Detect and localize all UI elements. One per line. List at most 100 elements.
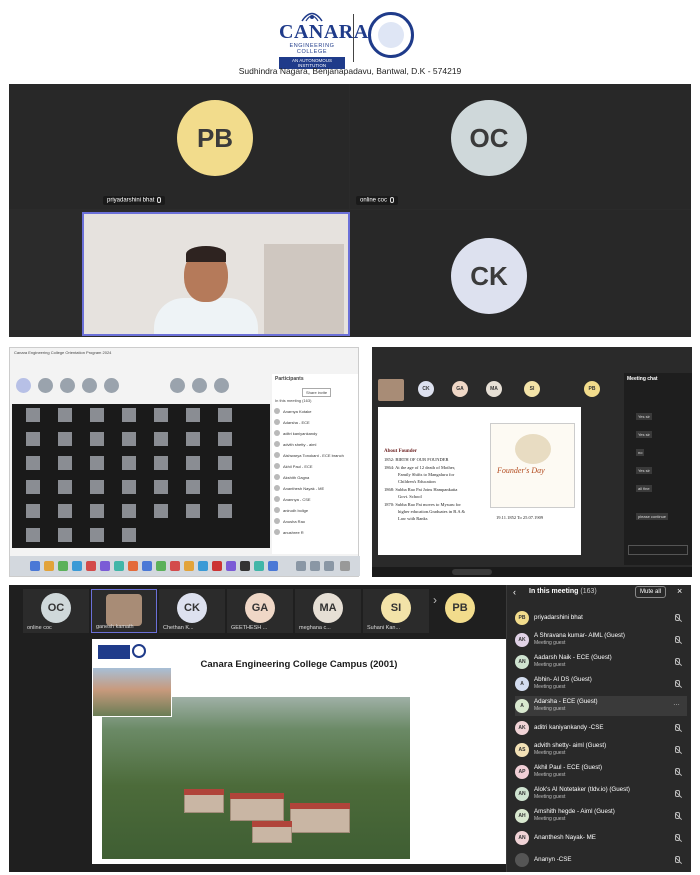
list-item[interactable]: Ananyn -CSE <box>515 850 687 870</box>
mic-muted-icon[interactable] <box>675 790 680 797</box>
app-icon[interactable] <box>100 561 110 571</box>
app-icon[interactable] <box>310 561 320 571</box>
panel-title: In this meeting <box>529 588 579 595</box>
campus-inset-photo <box>92 667 172 717</box>
strip-tile[interactable]: OC online coc <box>23 589 89 633</box>
shared-slide: Canara Engineering College Campus (2001) <box>92 639 506 864</box>
close-icon[interactable]: × <box>677 586 682 596</box>
college-address: Sudhindra Nagara, Benjanapadavu, Bantwal… <box>238 66 462 76</box>
tile-ck[interactable]: CK <box>350 210 691 337</box>
app-icon[interactable] <box>170 561 180 571</box>
app-icon[interactable] <box>58 561 68 571</box>
app-icon[interactable] <box>198 561 208 571</box>
avatar[interactable]: GA <box>452 381 468 397</box>
strip-tile-speaker[interactable]: ganesh kamath <box>91 589 157 633</box>
participants-title: Participants <box>275 376 304 382</box>
mute-all-button[interactable]: Mute all <box>635 586 667 598</box>
list-item[interactable]: anirudh bolige <box>274 505 356 515</box>
list-item[interactable]: Akshith Gagna <box>274 472 356 482</box>
app-icon[interactable] <box>128 561 138 571</box>
list-item[interactable]: AH Amshith hegde - Aiml (Guest) Meeting … <box>515 806 687 826</box>
app-icon[interactable] <box>184 561 194 571</box>
mic-muted-icon[interactable] <box>675 812 680 819</box>
strip-tile[interactable]: PB <box>439 589 505 633</box>
list-item[interactable]: Adarsha - ECE <box>274 417 356 427</box>
avatar: PB <box>515 611 529 625</box>
list-item[interactable]: anushree R <box>274 527 356 537</box>
avatar: GA <box>245 593 275 623</box>
list-item[interactable]: PB priyadarshini bhat <box>515 608 687 628</box>
list-item[interactable]: Aishwarya Tonokant - ECE branch <box>274 450 356 460</box>
mic-muted-icon[interactable] <box>675 636 680 643</box>
app-icon[interactable] <box>44 561 54 571</box>
chat-message: all fine <box>636 485 652 492</box>
app-icon[interactable] <box>324 561 334 571</box>
app-icon[interactable] <box>268 561 278 571</box>
avatar[interactable]: CK <box>418 381 434 397</box>
app-icon[interactable] <box>142 561 152 571</box>
app-icon[interactable] <box>240 561 250 571</box>
list-item[interactable]: AN Aadarsh Naik - ECE (Guest) Meeting gu… <box>515 652 687 672</box>
strip-tile[interactable]: MA meghana c... <box>295 589 361 633</box>
trash-icon[interactable] <box>340 561 350 571</box>
participant-name: ganesh kamath <box>96 624 134 630</box>
strip-tile[interactable]: GA GEETHESH ... <box>227 589 293 633</box>
avatar[interactable]: MA <box>486 381 502 397</box>
app-icon[interactable] <box>212 561 222 571</box>
tile-priyadarshini[interactable]: PB priyadarshini bhat <box>9 84 349 209</box>
mic-muted-icon[interactable] <box>675 658 680 665</box>
strip-tile[interactable]: SI Suhani Kan... <box>363 589 429 633</box>
list-item[interactable]: AS advith shetty- aiml (Guest) Meeting g… <box>515 740 687 760</box>
chevron-right-icon[interactable]: › <box>433 593 437 607</box>
app-icon[interactable] <box>254 561 264 571</box>
list-item[interactable]: Anannya - CSE <box>274 494 356 504</box>
list-item[interactable]: AN Alok's AI Notetaker (tldv.io) (Guest)… <box>515 784 687 804</box>
avatar: MA <box>313 593 343 623</box>
strip-tile[interactable]: CK Chethan K... <box>159 589 225 633</box>
app-icon[interactable] <box>72 561 82 571</box>
chat-message: Yes sir <box>636 413 652 420</box>
chat-input[interactable] <box>628 545 688 555</box>
mic-muted-icon[interactable] <box>675 768 680 775</box>
more-options-icon[interactable]: … <box>673 700 680 707</box>
app-icon[interactable] <box>114 561 124 571</box>
list-item[interactable]: AP Akhil Paul - ECE (Guest) Meeting gues… <box>515 762 687 782</box>
app-icon[interactable] <box>226 561 236 571</box>
mic-muted-icon[interactable] <box>675 680 680 687</box>
list-item[interactable]: aditri kaniyankandy <box>274 428 356 438</box>
mic-muted-icon[interactable] <box>675 746 680 753</box>
app-icon[interactable] <box>86 561 96 571</box>
panel-count: (163) <box>580 588 597 595</box>
list-item[interactable]: advith shetty - aiml <box>274 439 356 449</box>
speaker-thumb[interactable] <box>378 379 404 401</box>
mic-muted-icon[interactable] <box>675 834 680 841</box>
list-item[interactable]: AK A Shravana kumar- AIML (Guest) Meetin… <box>515 630 687 650</box>
mic-icon <box>390 197 395 203</box>
app-icon[interactable] <box>30 561 40 571</box>
slide-seal <box>132 644 146 658</box>
list-item[interactable]: Anusha Rao <box>274 516 356 526</box>
back-icon[interactable]: ‹ <box>513 587 516 597</box>
mic-muted-icon[interactable] <box>675 724 680 731</box>
share-invite-button[interactable]: Share invite <box>302 388 332 397</box>
list-item[interactable]: Anarnya Kotake <box>274 406 356 416</box>
avatar: OC <box>41 593 71 623</box>
list-item[interactable]: A Adarsha - ECE (Guest) Meeting guest … <box>515 696 687 716</box>
app-icon[interactable] <box>156 561 166 571</box>
list-item[interactable]: Akhil Paul - ECE <box>274 461 356 471</box>
list-item[interactable]: Ananthesh Nayak - ME <box>274 483 356 493</box>
founder-portrait <box>515 434 551 464</box>
participant-name: Suhani Kan... <box>367 625 401 631</box>
list-item[interactable]: AN Ananthesh Nayak- ME <box>515 828 687 848</box>
app-icon[interactable] <box>296 561 306 571</box>
list-item[interactable]: A Abhin- AI DS (Guest) Meeting guest <box>515 674 687 694</box>
mic-muted-icon[interactable] <box>675 614 680 621</box>
tile-online-coc[interactable]: OC online coc <box>350 84 691 209</box>
taskbar-search[interactable] <box>452 569 492 575</box>
avatar[interactable]: SI <box>524 381 540 397</box>
speaker-video-tile[interactable] <box>82 212 350 336</box>
avatar: PB <box>445 593 475 623</box>
mic-muted-icon[interactable] <box>675 856 680 863</box>
list-item[interactable]: AK aditri kaniyankandy -CSE <box>515 718 687 738</box>
avatar[interactable]: PB <box>584 381 600 397</box>
